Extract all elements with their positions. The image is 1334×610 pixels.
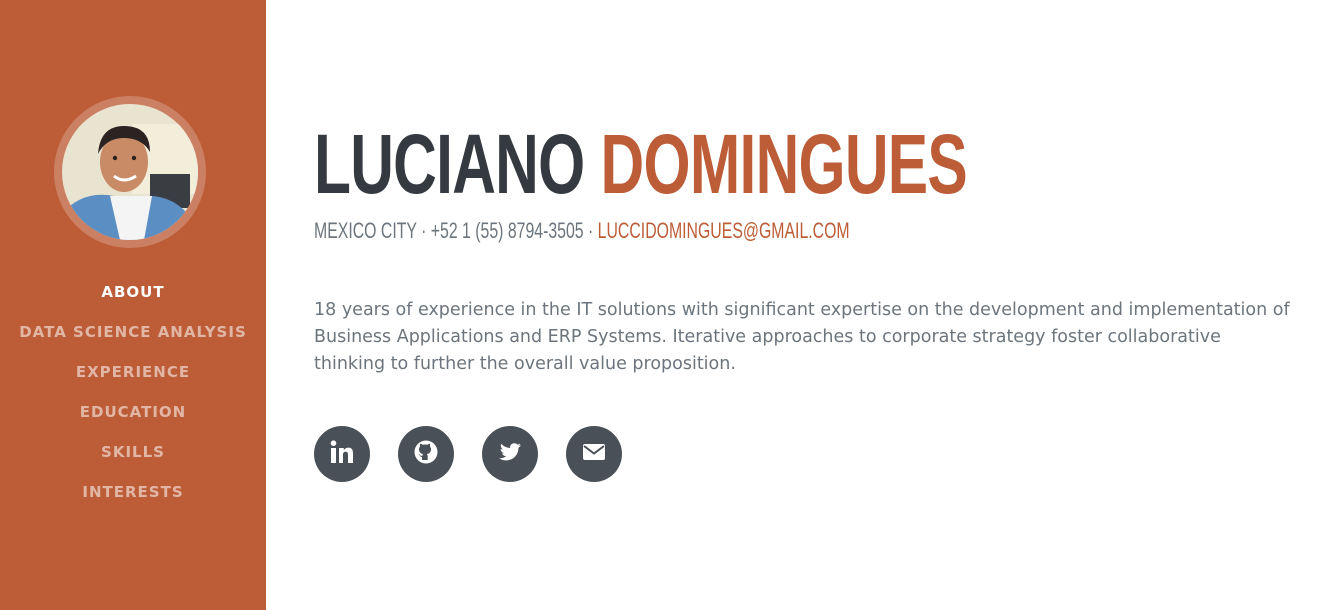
nav-item-about[interactable]: ABOUT: [0, 272, 266, 312]
twitter-icon: [497, 439, 523, 470]
separator: ·: [583, 218, 598, 243]
linkedin-icon: [329, 439, 355, 470]
linkedin-button[interactable]: [314, 426, 370, 482]
main-content: LUCIANO DOMINGUES MEXICO CITY · +52 1 (5…: [314, 0, 1314, 610]
social-icons: [314, 426, 622, 482]
nav-item-skills[interactable]: SKILLS: [0, 432, 266, 472]
github-icon: [413, 439, 439, 470]
separator: ·: [416, 218, 431, 243]
nav-item-data-science-analysis[interactable]: DATA SCIENCE ANALYSIS: [0, 312, 266, 352]
avatar[interactable]: [62, 104, 198, 240]
avatar-ring: [54, 96, 206, 248]
nav-item-experience[interactable]: EXPERIENCE: [0, 352, 266, 392]
twitter-button[interactable]: [482, 426, 538, 482]
page-title: LUCIANO DOMINGUES: [314, 116, 968, 212]
sidebar: ABOUT DATA SCIENCE ANALYSIS EXPERIENCE EDUC…: [0, 0, 266, 610]
email-button[interactable]: [566, 426, 622, 482]
first-name: LUCIANO: [314, 117, 585, 211]
email-link[interactable]: LUCCIDOMINGUES@GMAIL.COM: [598, 218, 850, 243]
nav-item-education[interactable]: EDUCATION: [0, 392, 266, 432]
sidebar-nav: ABOUT DATA SCIENCE ANALYSIS EXPERIENCE EDUC…: [0, 272, 266, 512]
contact-line: MEXICO CITY · +52 1 (55) 8794-3505 · LUC…: [314, 216, 850, 246]
phone: +52 1 (55) 8794-3505: [430, 218, 584, 243]
envelope-icon: [581, 439, 607, 470]
nav-item-interests[interactable]: INTERESTS: [0, 472, 266, 512]
github-button[interactable]: [398, 426, 454, 482]
summary: 18 years of experience in the IT solutio…: [314, 300, 1290, 374]
location: MEXICO CITY: [314, 218, 417, 243]
last-name: DOMINGUES: [600, 117, 968, 211]
